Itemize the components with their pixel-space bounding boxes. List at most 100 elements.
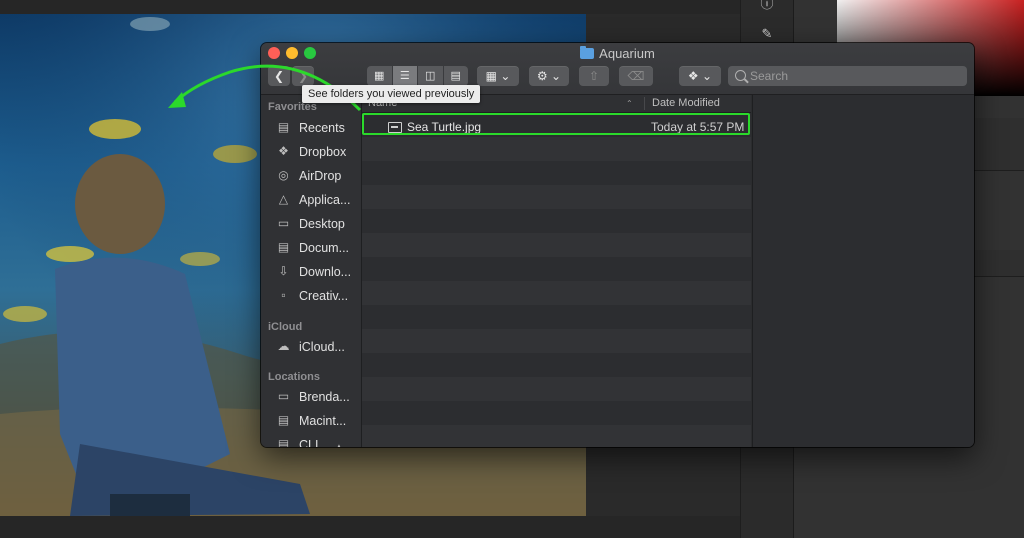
search-icon [735, 70, 746, 81]
sidebar-item-label: Desktop [299, 217, 345, 231]
icon-view-button[interactable]: ▦ [367, 66, 393, 86]
preview-pane [752, 95, 974, 447]
share-icon: ⇧ [588, 69, 600, 83]
sidebar-heading-locations: Locations [268, 371, 320, 383]
hard-drive-icon: ▤ [277, 413, 290, 427]
list-row-bg [362, 305, 751, 329]
folder-icon: ▫ [281, 288, 286, 302]
list-row-bg [362, 281, 751, 305]
list-row-bg [362, 209, 751, 233]
search-placeholder: Search [750, 69, 789, 83]
tags-button[interactable]: ⌫ [619, 66, 653, 86]
column-date-header[interactable]: Date Modified [652, 95, 720, 112]
list-icon: ☰ [399, 70, 410, 82]
finder-window: Aquarium ❮ ❯ ▦ ☰ ◫ ▤ ▦ ⌄ ⚙ ⌄ ⇧ ⌫ ❖ ⌄ Sea… [261, 43, 974, 447]
action-button[interactable]: ⚙ ⌄ [529, 66, 569, 86]
table-row[interactable]: Sea Turtle.jpg Today at 5:57 PM [362, 115, 751, 139]
sidebar-item-recents[interactable]: ▤ Recents [275, 118, 361, 138]
sidebar-item-documents[interactable]: ▤ Docum... [275, 238, 361, 258]
list-row-bg [362, 233, 751, 257]
chevron-down-icon: ⌄ [702, 69, 713, 83]
desktop-icon: ▭ [277, 216, 290, 230]
sidebar-item-label: Dropbox [299, 145, 347, 159]
sidebar-item-drive[interactable]: ▤ CLI... ▲ [275, 435, 361, 447]
list-row-bg [362, 257, 751, 281]
window-title-text: Aquarium [599, 46, 655, 61]
airdrop-icon: ◎ [278, 168, 289, 182]
list-view-button[interactable]: ☰ [392, 66, 418, 86]
sidebar-item-applications[interactable]: △ Applica... [275, 190, 361, 210]
grid-icon: ▦ [374, 70, 385, 82]
list-row-bg [362, 185, 751, 209]
sidebar-item-label: Recents [299, 121, 345, 135]
sidebar-item-creative[interactable]: ▫ Creativ... [275, 286, 361, 306]
list-row-bg [362, 353, 751, 377]
list-row-bg [362, 137, 751, 161]
chevron-right-icon: ❯ [297, 69, 309, 83]
sidebar-item-label: Macint... [299, 414, 347, 428]
sidebar-item-label: Brenda... [299, 390, 350, 404]
sidebar-item-macintosh-hd[interactable]: ▤ Macint... [275, 411, 361, 431]
sidebar-item-desktop[interactable]: ▭ Desktop [275, 214, 361, 234]
brush-icon[interactable]: ✎ [757, 24, 777, 44]
applications-icon: △ [278, 192, 289, 206]
sidebar-item-airdrop[interactable]: ◎ AirDrop [275, 166, 361, 186]
columns-icon: ◫ [425, 70, 436, 82]
chevron-down-icon: ⌄ [500, 69, 511, 83]
column-divider[interactable] [644, 97, 645, 110]
icloud-icon: ☁ [277, 339, 290, 353]
list-row-bg [362, 401, 751, 425]
back-tooltip: See folders you viewed previously [302, 85, 481, 103]
list-row-bg [362, 377, 751, 401]
gallery-view-button[interactable]: ▤ [443, 66, 468, 86]
sidebar-heading-icloud: iCloud [268, 321, 303, 333]
list-row-bg [362, 425, 751, 447]
recents-icon: ▤ [277, 120, 290, 134]
sidebar-item-icloud-drive[interactable]: ☁ iCloud... [275, 337, 361, 357]
dropbox-button[interactable]: ❖ ⌄ [679, 66, 721, 86]
list-row-bg [362, 329, 751, 353]
sidebar-item-label: iCloud... [299, 340, 345, 354]
downloads-icon: ⇩ [278, 264, 289, 278]
drive-icon: ▤ [277, 437, 290, 447]
sidebar-item-label: Creativ... [299, 289, 349, 303]
dropbox-icon: ❖ [687, 69, 699, 83]
file-list: Name ⌃ Date Modified Sea Turtle.jpg Toda… [362, 95, 751, 447]
sidebar: Favorites ▤ Recents ❖ Dropbox ◎ AirDrop … [261, 95, 362, 447]
share-button[interactable]: ⇧ [579, 66, 609, 86]
grid-icon: ▦ [485, 69, 497, 83]
chevron-down-icon: ⌄ [551, 69, 562, 83]
sidebar-item-label: Downlo... [299, 265, 352, 279]
sidebar-item-label: AirDrop [299, 169, 342, 183]
gear-icon: ⚙ [536, 69, 548, 83]
search-field[interactable]: Search [728, 66, 967, 86]
sort-ascending-icon: ⌃ [626, 99, 633, 108]
chevron-left-icon: ❮ [273, 69, 285, 83]
folder-icon [580, 46, 595, 59]
view-mode-control: ▦ ☰ ◫ ▤ [367, 66, 468, 86]
computer-icon: ▭ [277, 389, 290, 403]
sidebar-item-label: Docum... [299, 241, 350, 255]
group-button[interactable]: ▦ ⌄ [477, 66, 519, 86]
file-name: Sea Turtle.jpg [407, 120, 482, 134]
sidebar-item-dropbox[interactable]: ❖ Dropbox [275, 142, 361, 162]
forward-button[interactable]: ❯ [292, 66, 314, 86]
window-title: Aquarium [261, 46, 974, 61]
sidebar-item-label: CLI... [299, 438, 329, 447]
sidebar-item-computer[interactable]: ▭ Brenda... [275, 387, 361, 407]
gallery-icon: ▤ [450, 70, 461, 82]
tag-icon: ⌫ [627, 69, 645, 83]
column-view-button[interactable]: ◫ [418, 66, 444, 86]
sidebar-item-downloads[interactable]: ⇩ Downlo... [275, 262, 361, 282]
app-top-strip [0, 0, 740, 14]
app-bottom-strip [0, 516, 740, 538]
sidebar-item-label: Applica... [299, 193, 351, 207]
dropbox-icon: ❖ [278, 144, 289, 158]
documents-icon: ▤ [277, 240, 290, 254]
list-row-bg [362, 161, 751, 185]
back-button[interactable]: ❮ [268, 66, 290, 86]
info-icon[interactable]: ⓘ [757, 0, 777, 14]
image-file-icon [388, 122, 402, 133]
eject-icon[interactable]: ▲ [335, 437, 343, 447]
file-date-modified: Today at 5:57 PM [651, 120, 745, 134]
